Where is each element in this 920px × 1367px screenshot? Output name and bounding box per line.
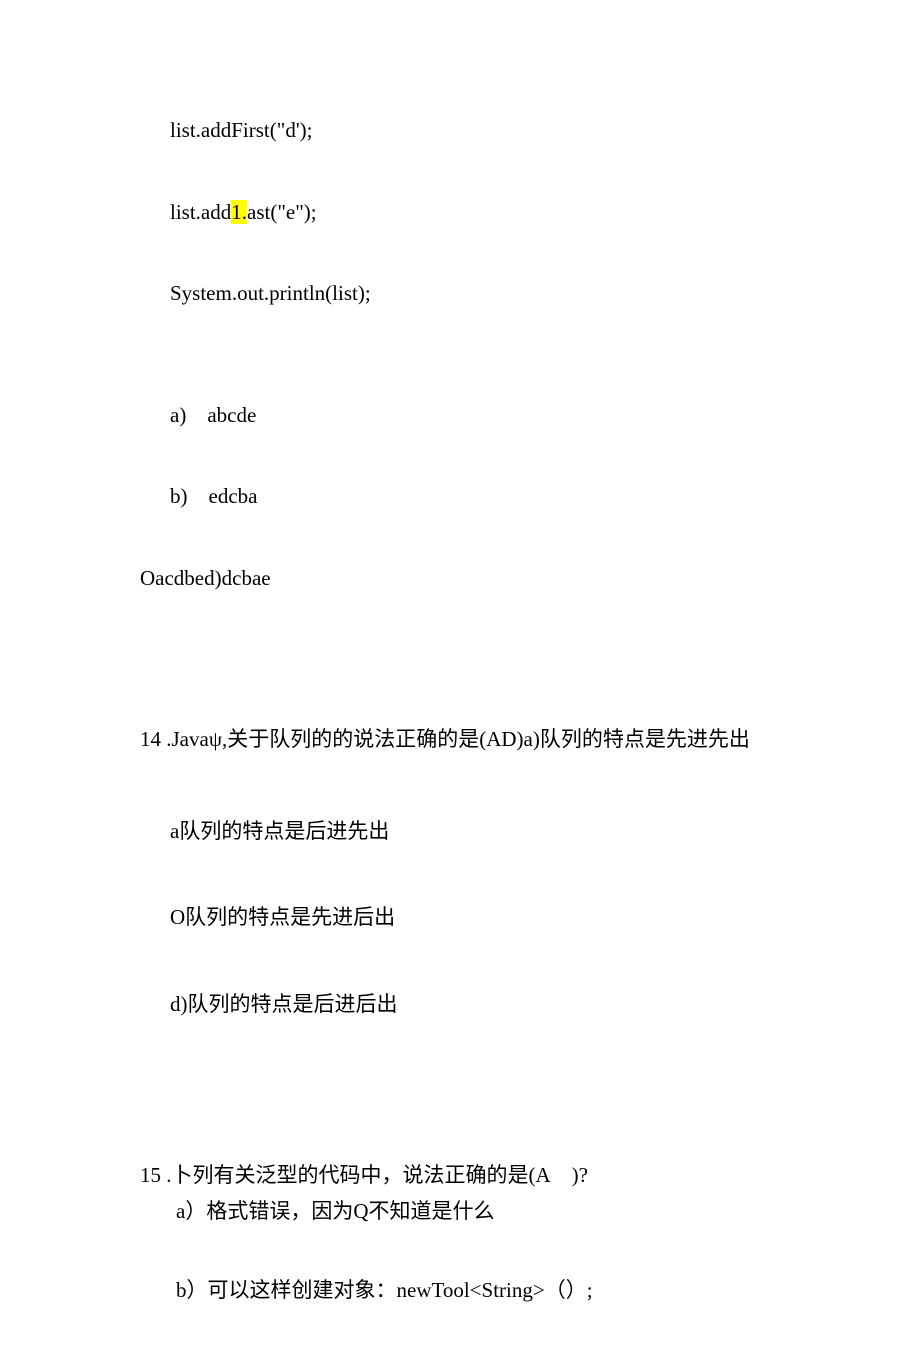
code-line-2-pre: list.add <box>170 200 231 224</box>
question-14: 14 .Javaψ,关于队列的的说法正确的是(AD)a)队列的特点是先进先出 a… <box>140 724 780 1020</box>
q13-option-a: a) abcde <box>170 400 780 432</box>
q14-option-d: d)队列的特点是后进后出 <box>170 989 780 1021</box>
q13-option-b: b) edcba <box>170 481 780 513</box>
q13-option-cd: Oacdbed)dcbae <box>140 563 780 595</box>
code-line-1: list.addFirst("d'); <box>170 115 780 147</box>
q14-option-c: O队列的特点是先进后出 <box>170 902 780 934</box>
highlighted-text: 1. <box>231 200 247 224</box>
q15-header: 15 .卜列有关泛型的代码中，说法正确的是(A )? <box>140 1160 780 1192</box>
q15-option-a: a）格式错误，因为Q不知道是什么 <box>176 1196 780 1228</box>
document-page: list.addFirst("d'); list.add1.ast("e"); … <box>0 0 920 1367</box>
q15-option-b: b）可以这样创建对象：newTool<String>（）; <box>176 1275 780 1307</box>
q14-option-a: a队列的特点是后进先出 <box>170 816 780 848</box>
code-line-2-post: ast("e"); <box>247 200 317 224</box>
code-line-3: System.out.println(list); <box>170 278 780 310</box>
q14-header: 14 .Javaψ,关于队列的的说法正确的是(AD)a)队列的特点是先进先出 <box>140 724 780 756</box>
code-line-2: list.add1.ast("e"); <box>170 197 780 229</box>
